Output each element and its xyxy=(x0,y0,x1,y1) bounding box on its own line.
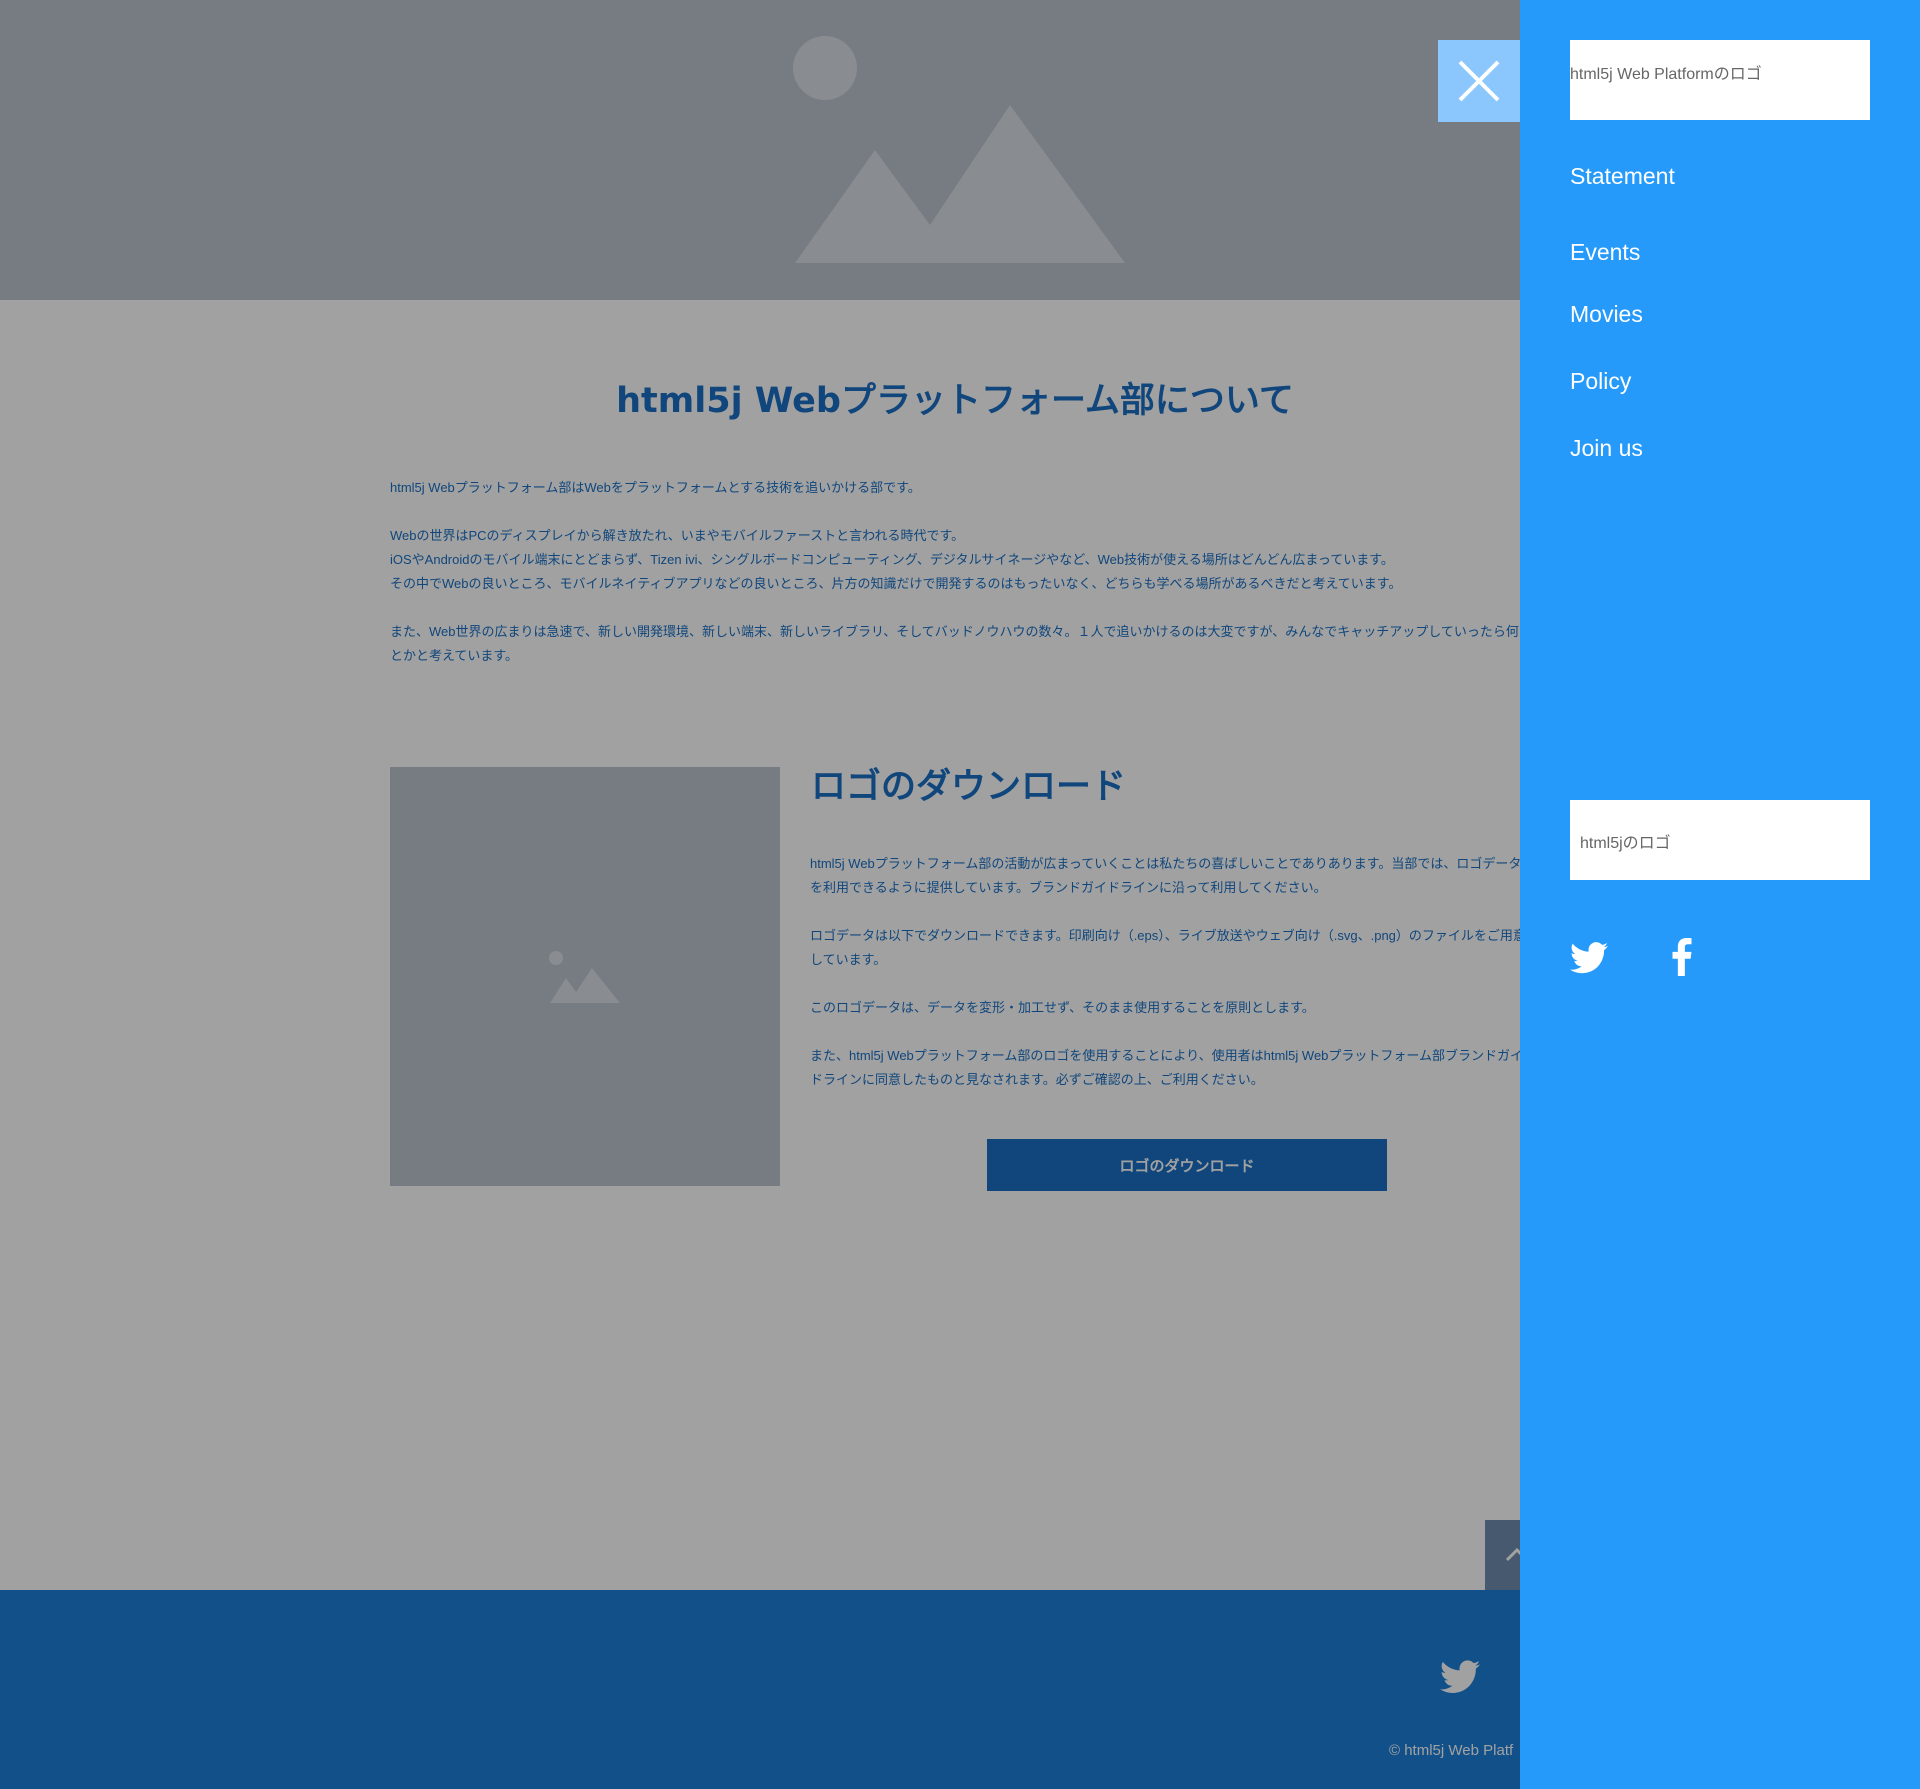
nav-item-join-us[interactable]: Join us xyxy=(1570,435,1643,462)
nav-item-statement[interactable]: Statement xyxy=(1570,163,1675,190)
close-icon xyxy=(1458,60,1500,102)
nav-item-movies[interactable]: Movies xyxy=(1570,301,1643,328)
site-logo-alt-text: html5j Web Platformのロゴ xyxy=(1570,66,1762,83)
nav-item-policy[interactable]: Policy xyxy=(1570,368,1631,395)
side-drawer: html5j Web Platformのロゴ Statement Events … xyxy=(1520,0,1920,1789)
site-logo[interactable]: html5j Web Platformのロゴ xyxy=(1570,40,1870,120)
nav-item-events[interactable]: Events xyxy=(1570,239,1640,266)
html5j-logo-alt-text: html5jのロゴ xyxy=(1580,835,1671,852)
html5j-logo[interactable]: html5jのロゴ xyxy=(1570,800,1870,880)
facebook-icon[interactable] xyxy=(1672,938,1692,976)
twitter-icon[interactable] xyxy=(1570,942,1608,974)
close-menu-button[interactable] xyxy=(1438,40,1520,122)
